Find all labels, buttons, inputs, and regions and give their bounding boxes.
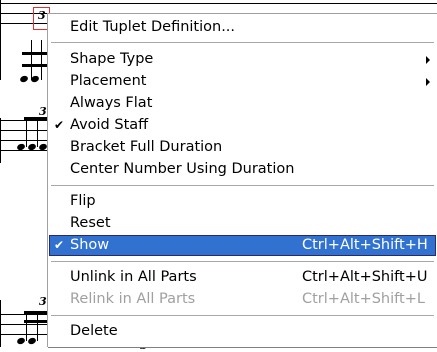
menu-separator [51, 185, 434, 186]
notehead [27, 336, 37, 346]
barline [0, 118, 1, 163]
menu-separator [51, 42, 434, 43]
note-stem [37, 311, 38, 341]
menu-separator [51, 315, 434, 316]
menu-item-avoid-staff[interactable]: ✔ Avoid Staff [49, 115, 436, 136]
submenu-arrow-icon [426, 56, 430, 64]
notehead [16, 336, 26, 346]
menu-item-delete[interactable]: Delete [49, 321, 436, 342]
menu-item-label: Show [70, 237, 110, 253]
menu-item-unlink-in-all-parts[interactable]: Unlink in All Parts Ctrl+Alt+Shift+U [49, 267, 436, 288]
menu-item-edit-tuplet-definition[interactable]: Edit Tuplet Definition... [49, 17, 436, 38]
submenu-arrow-icon [426, 78, 430, 86]
note-stem [37, 117, 38, 147]
staff-line [47, 3, 437, 4]
menu-item-shortcut: Ctrl+Alt+Shift+L [302, 291, 425, 307]
menu-item-relink-in-all-parts: Relink in All Parts Ctrl+Alt+Shift+L [49, 289, 436, 310]
menu-item-label: Bracket Full Duration [70, 139, 223, 155]
menu-item-label: Center Number Using Duration [70, 161, 295, 177]
checkmark-icon: ✔ [54, 238, 65, 252]
menu-separator [51, 261, 434, 262]
menu-item-reset[interactable]: Reset [49, 213, 436, 234]
menu-item-flip[interactable]: Flip [49, 191, 436, 212]
barline [0, 0, 1, 80]
menu-item-shape-type[interactable]: Shape Type [49, 49, 436, 70]
beam [24, 117, 47, 120]
beam [24, 311, 47, 314]
note-stem [31, 40, 32, 80]
menu-item-bracket-full-duration[interactable]: Bracket Full Duration [49, 137, 436, 158]
note-stem [26, 311, 27, 341]
staff-line [0, 324, 47, 325]
menu-item-label: Reset [70, 215, 111, 231]
barline [0, 300, 1, 347]
menu-item-shortcut: Ctrl+Alt+Shift+H [302, 237, 428, 253]
menu-item-label: Placement [70, 73, 147, 89]
menu-item-center-number-using-duration[interactable]: Center Number Using Duration [49, 159, 436, 180]
menu-item-always-flat[interactable]: Always Flat [49, 93, 436, 114]
beam [24, 320, 47, 323]
staff-line [0, 120, 47, 121]
menu-item-shortcut: Ctrl+Alt+Shift+U [302, 269, 428, 285]
beam [22, 52, 47, 55]
staff-line [0, 130, 47, 131]
menu-item-label: Delete [70, 323, 118, 339]
menu-item-label: Avoid Staff [70, 117, 149, 133]
checkmark-icon: ✔ [54, 118, 65, 132]
menu-item-label: Always Flat [70, 95, 153, 111]
staff-line [0, 314, 47, 315]
tuplet-number[interactable]: 3 [38, 10, 46, 21]
menu-item-placement[interactable]: Placement [49, 71, 436, 92]
menu-item-label: Shape Type [70, 51, 154, 67]
menu-item-label: Unlink in All Parts [70, 269, 197, 285]
menu-item-label: Flip [70, 193, 96, 209]
menu-item-show[interactable]: ✔ Show Ctrl+Alt+Shift+H [49, 235, 436, 256]
note-stem [41, 40, 42, 80]
staff-line [0, 140, 47, 141]
context-menu: Edit Tuplet Definition... Shape Type Pla… [47, 13, 437, 347]
staff-line [0, 334, 47, 335]
notehead [30, 74, 40, 84]
note-stem [26, 117, 27, 147]
notehead [19, 74, 29, 84]
beam [22, 64, 47, 67]
tuplet-number[interactable]: 3 [39, 106, 47, 117]
tuplet-number[interactable]: 3 [39, 296, 47, 307]
menu-item-label: Edit Tuplet Definition... [70, 19, 236, 35]
menu-item-label: Relink in All Parts [70, 291, 196, 307]
